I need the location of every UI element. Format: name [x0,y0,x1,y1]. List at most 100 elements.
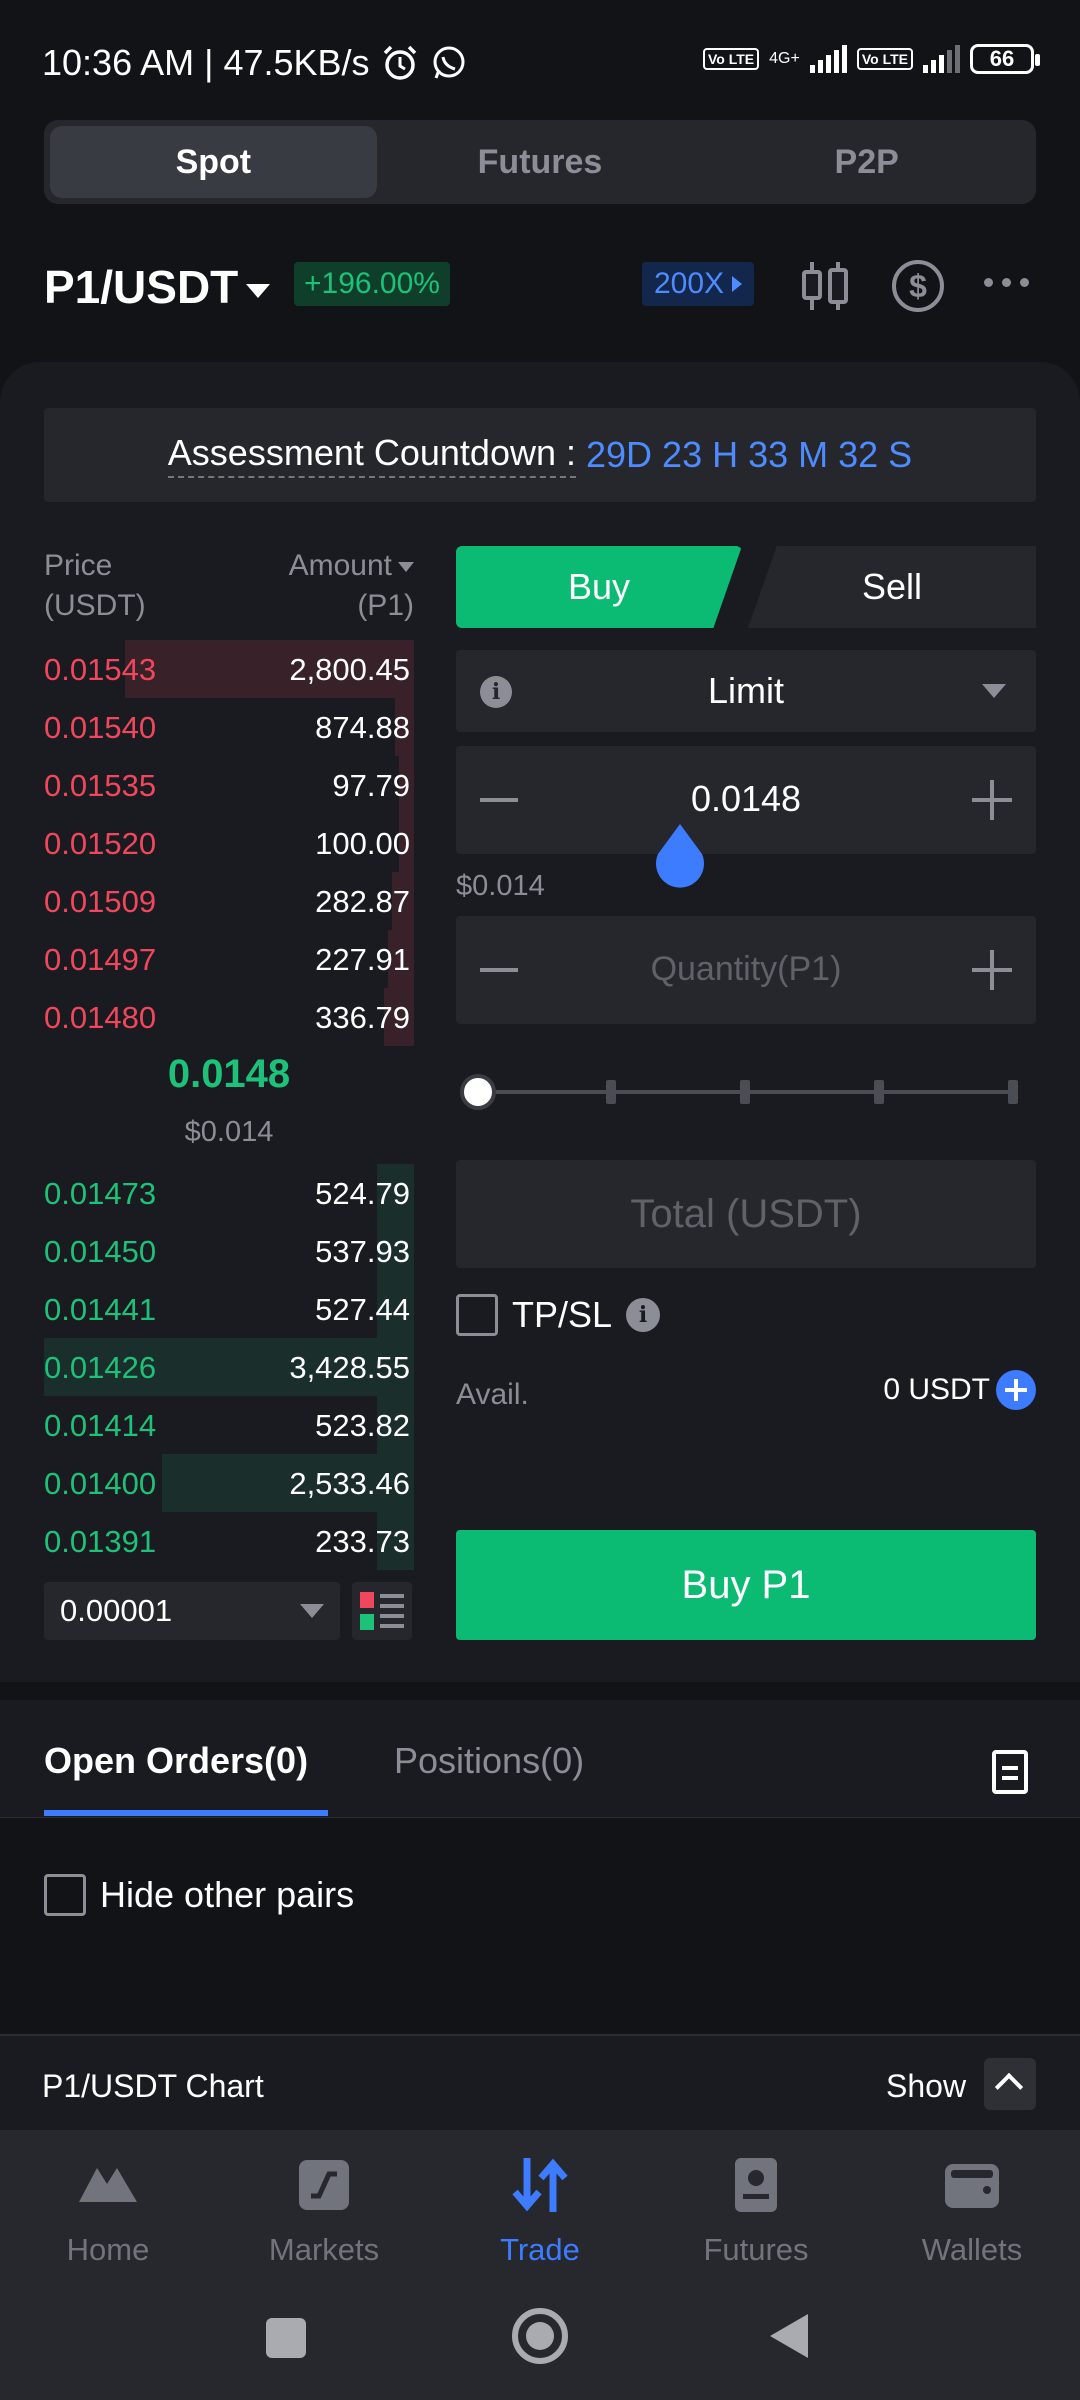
order-history-icon[interactable] [992,1750,1028,1794]
status-time: 10:36 AM | 47.5KB/s [42,42,370,83]
hide-pairs-checkbox[interactable] [44,1874,86,1916]
precision-select[interactable]: 0.00001 [44,1582,340,1640]
price-input[interactable]: 0.0148 [456,778,1036,820]
amount-header-unit: (P1) [357,589,414,622]
pair-selector[interactable]: P1/USDT [44,260,271,314]
available-value: 0 USDT [883,1373,990,1406]
chart-toggle-bar[interactable]: P1/USDT Chart Show [0,2034,1080,2130]
tpsl-checkbox[interactable] [456,1294,498,1336]
slider-knob[interactable] [460,1074,496,1110]
order-type-select[interactable]: i Limit [456,650,1036,732]
nav-markets-label: Markets [268,2232,380,2267]
leverage-value: 200X [654,267,725,300]
bid-row[interactable]: 0.01391 233.73 [44,1512,414,1570]
battery-icon: 66 [970,44,1040,74]
nav-futures[interactable]: Futures [648,2130,864,2280]
status-bar: 10:36 AM | 47.5KB/s Vo LTE 4G+ Vo LTE 66 [0,0,1080,120]
amount-column-header[interactable]: Amount (P1) [289,546,414,626]
ask-row[interactable]: 0.01480 336.79 [44,988,414,1046]
tpsl-toggle[interactable]: TP/SL i [456,1294,661,1336]
recents-button[interactable] [266,2318,306,2358]
candlestick-icon[interactable] [798,260,852,312]
sell-tab[interactable]: Sell [748,546,1036,628]
hide-other-pairs-toggle[interactable]: Hide other pairs [44,1874,354,1916]
bid-row[interactable]: 0.01426 3,428.55 [44,1338,414,1396]
nav-wallets[interactable]: Wallets [864,2130,1080,2280]
ask-row[interactable]: 0.01540 874.88 [44,698,414,756]
home-button[interactable] [512,2308,568,2364]
text-cursor-handle[interactable] [652,822,708,888]
amount-header-label: Amount [288,549,392,582]
tab-p2p[interactable]: P2P [703,126,1030,198]
ask-row[interactable]: 0.01497 227.91 [44,930,414,988]
add-funds-icon[interactable] [996,1370,1036,1410]
markets-icon [299,2160,349,2210]
bid-row[interactable]: 0.01473 524.79 [44,1164,414,1222]
ask-price: 0.01480 [44,1000,157,1035]
assessment-countdown: Assessment Countdown : 29D 23 H 33 M 32 … [44,408,1036,502]
tab-positions[interactable]: Positions(0) [394,1740,584,1782]
quantity-increase-button[interactable] [972,950,1012,990]
bid-price: 0.01450 [44,1234,157,1269]
tab-spot[interactable]: Spot [50,126,377,198]
nav-home[interactable]: Home [0,2130,216,2280]
ask-row[interactable]: 0.01535 97.79 [44,756,414,814]
signal-icon [809,45,847,73]
ask-amount: 97.79 [332,768,410,803]
bid-price: 0.01441 [44,1292,157,1327]
bid-row[interactable]: 0.01414 523.82 [44,1396,414,1454]
volte-icon: Vo LTE [703,48,760,70]
orders-tabs: Open Orders(0) Positions(0) [0,1700,1080,1818]
info-icon[interactable]: i [480,676,512,708]
buy-sell-toggle: Buy Sell [456,546,1036,628]
info-icon[interactable]: i [626,1298,661,1332]
ask-amount: 227.91 [315,942,410,977]
bid-amount: 3,428.55 [289,1350,410,1385]
show-chart-label[interactable]: Show [886,2068,966,2105]
dollar-icon[interactable]: $ [892,260,944,312]
bid-row[interactable]: 0.01441 527.44 [44,1280,414,1338]
bid-amount: 527.44 [315,1292,410,1327]
arrow-right-icon [732,276,743,292]
tab-open-orders[interactable]: Open Orders(0) [44,1740,308,1782]
ask-row[interactable]: 0.01543 2,800.45 [44,640,414,698]
bid-amount: 233.73 [315,1524,410,1559]
buy-tab[interactable]: Buy [456,546,742,628]
ask-amount: 2,800.45 [289,652,410,687]
leverage-badge[interactable]: 200X [642,262,755,306]
nav-trade[interactable]: Trade [432,2130,648,2280]
status-left: 10:36 AM | 47.5KB/s [42,42,468,84]
price-input-group: 0.0148 [456,746,1036,854]
bid-price: 0.01414 [44,1408,157,1443]
market-type-tabs: Spot Futures P2P [44,120,1036,204]
bid-price: 0.01426 [44,1350,157,1385]
chevron-down-icon [982,684,1006,698]
ask-amount: 282.87 [315,884,410,919]
orderbook-layout-icon[interactable] [352,1582,412,1640]
ask-row[interactable]: 0.01520 100.00 [44,814,414,872]
bid-amount: 537.93 [315,1234,410,1269]
available-balance: 0 USDT [883,1370,1036,1410]
bid-row[interactable]: 0.01400 2,533.46 [44,1454,414,1512]
countdown-label[interactable]: Assessment Countdown : [167,432,576,478]
bid-row[interactable]: 0.01450 537.93 [44,1222,414,1280]
slider-tick [606,1080,616,1104]
bottom-nav: Home Markets Trade Futures Wallets [0,2130,1080,2280]
network-type: 4G+ [769,50,800,67]
price-increase-button[interactable] [972,780,1012,820]
quantity-input[interactable]: Quantity(P1) [456,950,1036,989]
amount-slider[interactable] [456,1074,1018,1110]
back-button[interactable] [770,2314,808,2358]
precision-value: 0.00001 [60,1593,173,1628]
ask-row[interactable]: 0.01509 282.87 [44,872,414,930]
show-chart-button[interactable] [984,2058,1036,2110]
total-input[interactable]: Total (USDT) [456,1160,1036,1268]
buy-submit-button[interactable]: Buy P1 [456,1530,1036,1640]
nav-markets[interactable]: Markets [216,2130,432,2280]
tab-futures[interactable]: Futures [377,126,704,198]
slider-tick [874,1080,884,1104]
pair-header: P1/USDT +196.00% 200X $ [44,256,1044,316]
pair-name: P1/USDT [44,261,239,313]
more-icon[interactable] [984,278,1029,287]
ask-amount: 100.00 [315,826,410,861]
